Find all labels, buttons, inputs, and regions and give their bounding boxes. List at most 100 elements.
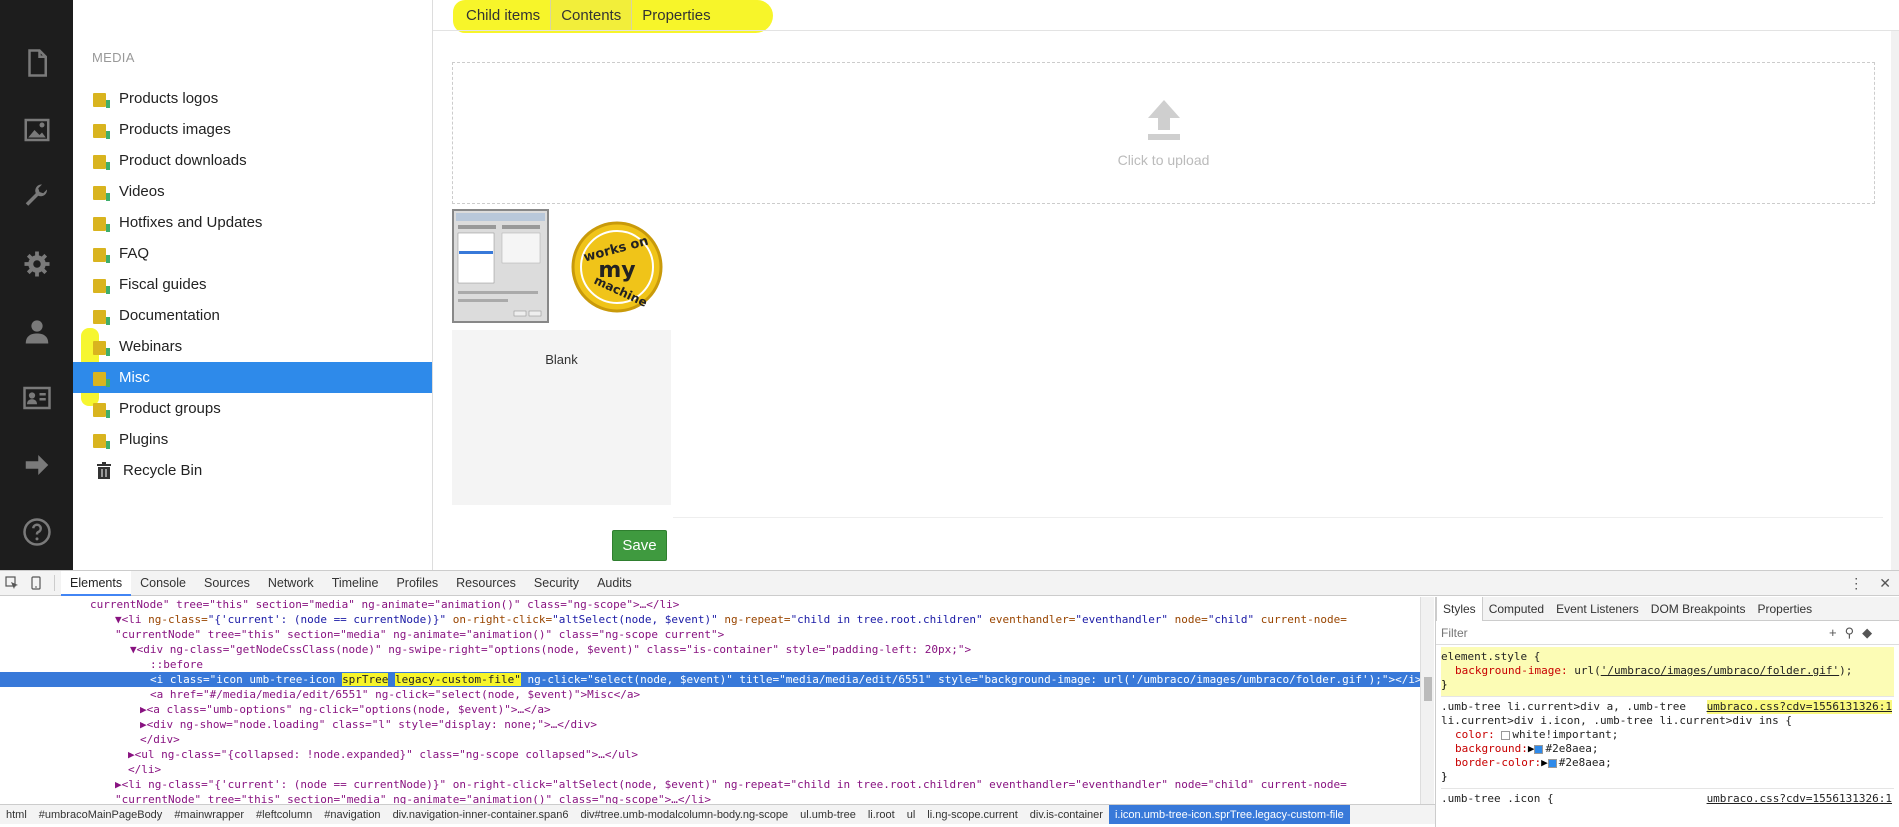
developer-gear-icon[interactable]	[0, 231, 73, 297]
rule-declaration[interactable]: color: white!important;	[1441, 728, 1894, 742]
breadcrumb-item[interactable]: ul	[901, 805, 922, 824]
devtools-tab-profiles[interactable]: Profiles	[387, 571, 447, 596]
devtools-tab-elements[interactable]: Elements	[61, 570, 132, 596]
dom-line[interactable]: currentNode" tree="this" section="media"…	[0, 597, 1420, 612]
new-style-rule-icon[interactable]: +	[1829, 625, 1837, 640]
styles-tab-styles[interactable]: Styles	[1436, 596, 1483, 621]
devtools-tabbar: Elements Console Sources Network Timelin…	[0, 570, 1899, 596]
upload-dropzone[interactable]: Click to upload	[452, 62, 1875, 204]
folder-icon	[93, 277, 111, 293]
media-thumbnail-badge[interactable]: works on my machine	[569, 219, 665, 315]
tree-item-label: FAQ	[119, 245, 150, 262]
breadcrumb-item[interactable]: #leftcolumn	[250, 805, 318, 824]
more-options-icon[interactable]: ⋮	[1849, 575, 1863, 592]
toggle-element-state-icon[interactable]: ◆	[1862, 625, 1872, 641]
rule-declaration[interactable]: border-color:▶ #2e8aea;	[1441, 756, 1894, 770]
dom-line[interactable]: ▶<a class="umb-options" ng-click="option…	[0, 702, 1420, 717]
dom-line[interactable]: "currentNode" tree="this" section="media…	[0, 792, 1420, 804]
members-icon[interactable]	[0, 365, 73, 431]
property-value-url[interactable]: '/umbraco/images/umbraco/folder.gif'	[1601, 664, 1839, 677]
rule-declaration[interactable]: background:▶ #2e8aea;	[1441, 742, 1894, 756]
tab-child-items[interactable]: Child items	[456, 0, 550, 31]
breadcrumb-item[interactable]: #umbracoMainPageBody	[33, 805, 169, 824]
rule-source-link[interactable]: umbraco.css?cdv=1556131326:1	[1707, 792, 1892, 806]
tree-item[interactable]: Products images	[73, 114, 432, 145]
devtools-tab-security[interactable]: Security	[525, 571, 588, 596]
breadcrumb-item-active[interactable]: i.icon.umb-tree-icon.sprTree.legacy-cust…	[1108, 805, 1350, 824]
tab-contents[interactable]: Contents	[550, 0, 633, 31]
breadcrumb-item[interactable]: #navigation	[318, 805, 386, 824]
media-item-label: Blank	[545, 352, 578, 367]
breadcrumb-item[interactable]: html	[0, 805, 33, 824]
breadcrumb-item[interactable]: div.is-container	[1024, 805, 1109, 824]
rule-selector: li.current>div i.icon, .umb-tree li.curr…	[1441, 714, 1792, 727]
breadcrumb-item[interactable]: li.root	[862, 805, 901, 824]
rule-source-link[interactable]: umbraco.css?cdv=1556131326:1	[1706, 700, 1892, 714]
inspect-element-icon[interactable]	[0, 571, 24, 595]
users-icon[interactable]	[0, 298, 73, 364]
styles-filter-input[interactable]	[1441, 625, 1821, 640]
rule-declaration[interactable]: background-image: url('/umbraco/images/u…	[1441, 664, 1894, 678]
device-mode-icon[interactable]	[24, 571, 48, 595]
breadcrumb-item[interactable]: div.navigation-inner-container.span6	[387, 805, 575, 824]
devtools-tab-sources[interactable]: Sources	[195, 571, 259, 596]
dom-tree-scrollbar[interactable]	[1420, 597, 1434, 804]
tree-item[interactable]: Videos	[73, 176, 432, 207]
main-panel: Child items Contents Properties Click to…	[433, 0, 1899, 570]
tree-item[interactable]: Plugins	[73, 424, 432, 455]
tree-item[interactable]: Product downloads	[73, 145, 432, 176]
tree-item[interactable]: Products logos	[73, 83, 432, 114]
dom-line[interactable]: <a href="#/media/media/edit/6551" ng-cli…	[0, 687, 1420, 702]
main-scrollbar[interactable]	[1891, 31, 1899, 570]
tree-item-label: Misc	[119, 369, 150, 386]
tree-item-recycle-bin[interactable]: Recycle Bin	[73, 455, 432, 486]
dom-line[interactable]: ▶<li ng-class="{'current': (node == curr…	[0, 777, 1420, 792]
dom-line[interactable]: </div>	[0, 732, 1420, 747]
color-swatch[interactable]	[1547, 758, 1557, 768]
dom-line[interactable]: ▼<li ng-class="{'current': (node == curr…	[0, 612, 1420, 627]
tab-properties[interactable]: Properties	[632, 0, 720, 31]
devtools-tab-network[interactable]: Network	[259, 571, 323, 596]
tree-item[interactable]: Webinars	[73, 331, 432, 362]
pin-icon[interactable]: ⚲	[1845, 625, 1855, 641]
media-icon[interactable]	[0, 97, 73, 163]
media-thumbnail-screenshot[interactable]	[452, 209, 549, 323]
styles-tab-properties[interactable]: Properties	[1751, 597, 1818, 621]
tree-item[interactable]: Product groups	[73, 393, 432, 424]
forms-arrow-icon[interactable]	[0, 432, 73, 498]
tree-item-selected[interactable]: Misc	[73, 362, 432, 393]
dom-line[interactable]: ::before	[0, 657, 1420, 672]
color-swatch[interactable]	[1534, 744, 1544, 754]
breadcrumb-item[interactable]: li.ng-scope.current	[921, 805, 1024, 824]
dom-line[interactable]: ▶<div ng-show="node.loading" class="l" s…	[0, 717, 1420, 732]
dom-line[interactable]: "currentNode" tree="this" section="media…	[0, 627, 1420, 642]
tree-item[interactable]: Documentation	[73, 300, 432, 331]
tree-item[interactable]: Hotfixes and Updates	[73, 207, 432, 238]
content-icon[interactable]	[0, 30, 73, 96]
settings-wrench-icon[interactable]	[0, 164, 73, 230]
tree-item[interactable]: FAQ	[73, 238, 432, 269]
dom-line-selected[interactable]: <i class="icon umb-tree-icon sprTree leg…	[0, 672, 1420, 687]
scrollbar-thumb[interactable]	[1424, 677, 1432, 701]
help-icon[interactable]	[0, 499, 73, 565]
breadcrumb-item[interactable]: div#tree.umb-modalcolumn-body.ng-scope	[574, 805, 794, 824]
styles-tab-dom-breakpoints[interactable]: DOM Breakpoints	[1645, 597, 1752, 621]
dom-line[interactable]: ▼<div ng-class="getNodeCssClass(node)" n…	[0, 642, 1420, 657]
breadcrumb-item[interactable]: #mainwrapper	[168, 805, 250, 824]
folder-icon	[93, 339, 111, 355]
dom-line[interactable]: </li>	[0, 762, 1420, 777]
breadcrumb-item[interactable]: ul.umb-tree	[794, 805, 862, 824]
devtools-tab-resources[interactable]: Resources	[447, 571, 525, 596]
styles-tab-computed[interactable]: Computed	[1483, 597, 1550, 621]
dom-line[interactable]: ▶<ul ng-class="{collapsed: !node.expande…	[0, 747, 1420, 762]
devtools-tab-console[interactable]: Console	[131, 571, 195, 596]
dom-text: <i class="icon umb-tree-icon	[150, 673, 343, 686]
save-button[interactable]: Save	[612, 530, 667, 561]
close-icon[interactable]: ✕	[1879, 575, 1891, 592]
devtools-tab-audits[interactable]: Audits	[588, 571, 641, 596]
color-swatch[interactable]	[1501, 730, 1511, 740]
tree-item[interactable]: Fiscal guides	[73, 269, 432, 300]
styles-tab-event-listeners[interactable]: Event Listeners	[1550, 597, 1645, 621]
devtools-tab-timeline[interactable]: Timeline	[323, 571, 388, 596]
media-item-blank[interactable]: Blank	[452, 330, 671, 505]
